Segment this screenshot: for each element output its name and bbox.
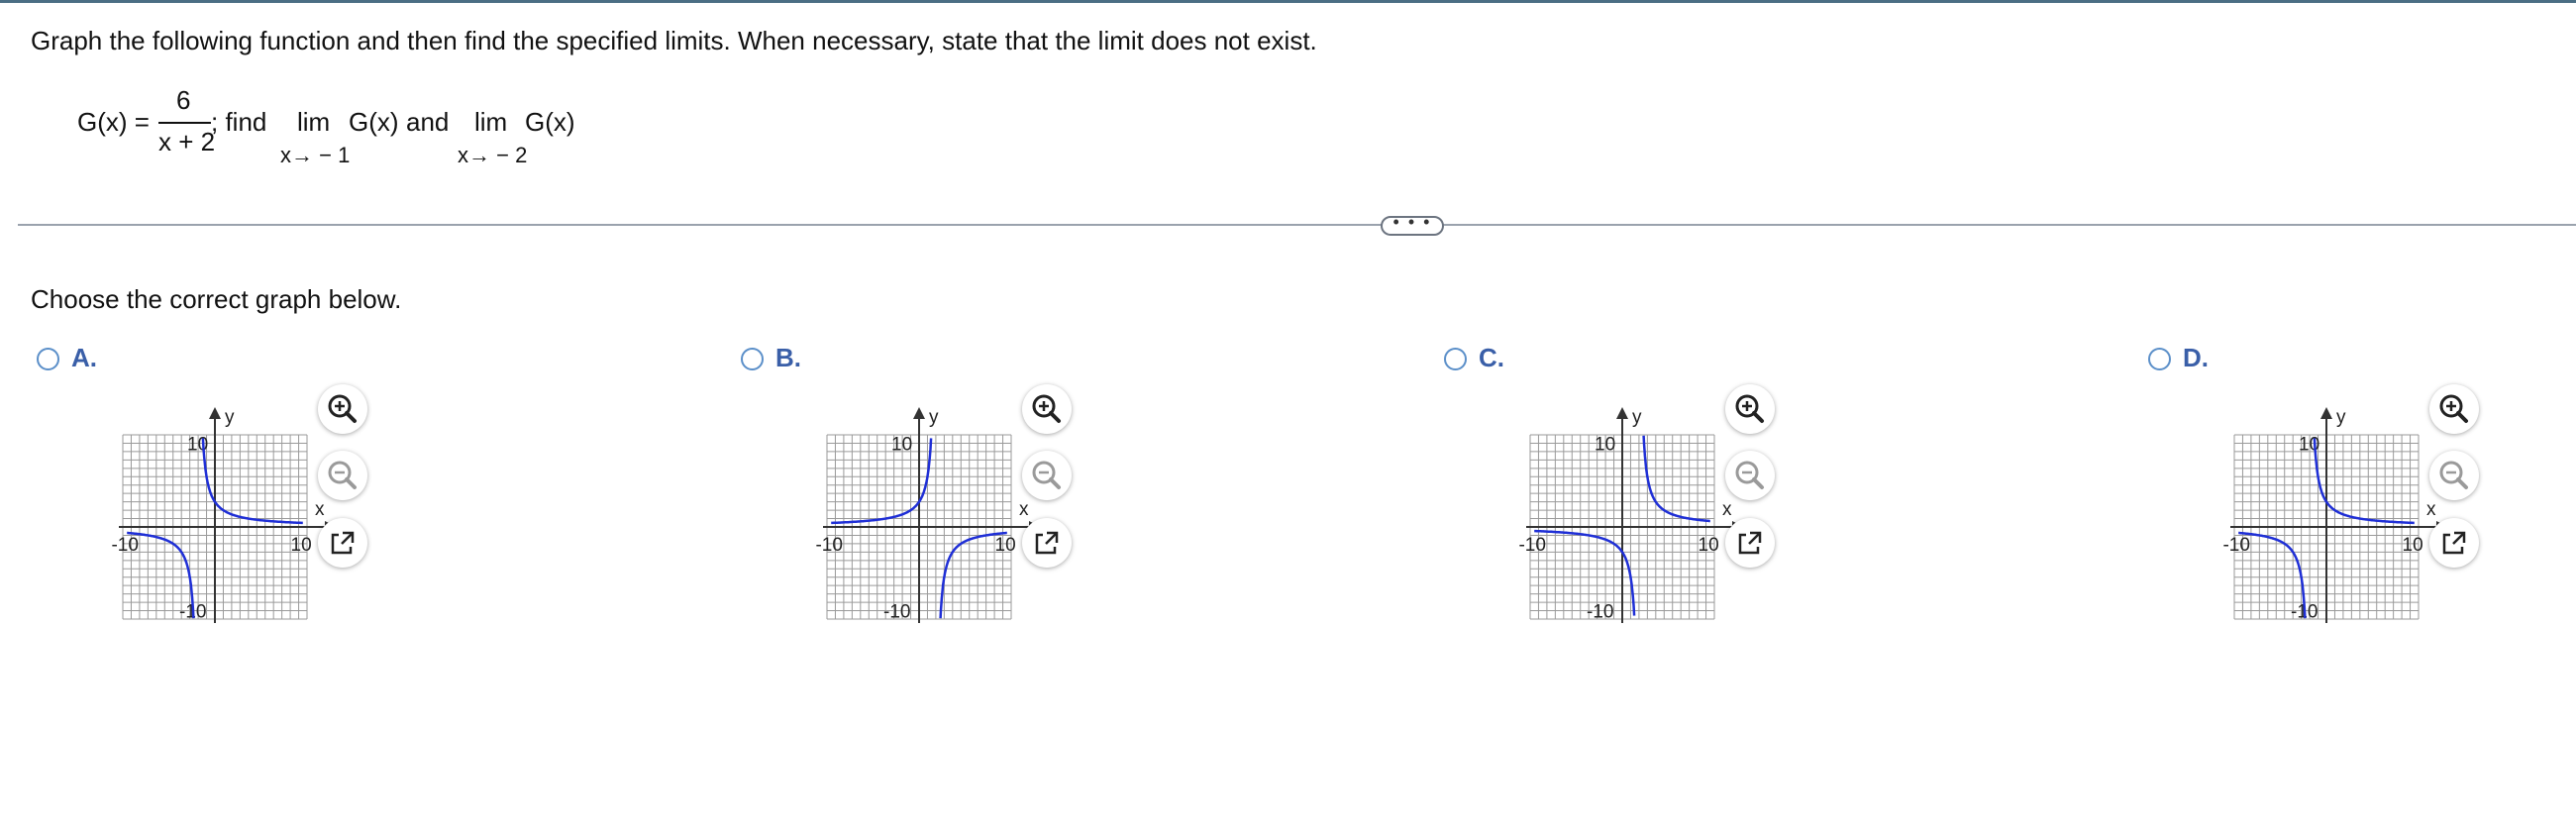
zoom-out-icon [1032,461,1061,489]
option-c-letter: C. [1479,343,1504,372]
option-c[interactable]: C. y x 10 -10 10 -10 [1439,339,2132,626]
y-tick-max: 10 [1595,434,1615,455]
limit-1-expression: G(x) [349,107,399,137]
x-axis-label: x [1019,499,1029,520]
and-text: and [406,107,450,137]
option-d-radio[interactable] [2148,348,2171,370]
x-tick-max: 10 [1699,535,1719,556]
option-b[interactable]: B. y x 10 -10 10 -10 [736,339,1429,626]
function-curve [1642,435,1710,523]
limit-1-subscript: x→ − 1 [280,143,351,167]
option-b-letter: B. [775,343,801,372]
y-axis-arrow [1616,407,1628,419]
y-axis-arrow [913,407,925,419]
question-instruction: Graph the following function and then fi… [31,26,1317,55]
limit-1-label: lim [297,107,331,137]
choose-graph-prompt: Choose the correct graph below. [31,284,402,314]
option-d[interactable]: D. y x 10 -10 10 -10 [2143,339,2576,626]
x-tick-max: 10 [995,535,1016,556]
y-axis-arrow [209,407,221,419]
open-new-window-icon [2442,531,2466,555]
x-axis-label: x [2426,499,2436,520]
y-tick-min: -10 [1587,602,1613,623]
limit-2-label: lim [474,107,508,137]
y-tick-min: -10 [883,602,910,623]
open-new-window-button[interactable] [1725,518,1775,568]
expand-more-button[interactable]: • • • [1381,213,1444,236]
zoom-out-button[interactable] [1022,451,1072,500]
x-tick-max: 10 [291,535,312,556]
open-new-window-button[interactable] [1022,518,1072,568]
y-axis-arrow [2320,407,2332,419]
open-new-window-icon [1738,531,1762,555]
zoom-in-icon [328,394,357,423]
fraction-numerator: 6 [176,85,191,115]
zoom-out-button[interactable] [1725,451,1775,500]
option-a[interactable]: A. y x 10 -10 10 -10 [32,339,725,626]
x-axis-label: x [1722,499,1732,520]
zoom-out-button[interactable] [2429,451,2479,500]
zoom-out-button[interactable] [318,451,367,500]
x-axis-label: x [315,499,325,520]
zoom-in-button[interactable] [2429,384,2479,434]
y-tick-max: 10 [891,434,912,455]
y-axis-label: y [929,407,939,428]
open-new-window-button[interactable] [2429,518,2479,568]
find-text: ; find [211,107,267,137]
zoom-in-icon [1735,394,1764,423]
zoom-out-icon [2439,461,2468,489]
y-axis-label: y [2336,407,2346,428]
option-a-graph: yx10-1010-10 [111,407,331,623]
option-d-letter: D. [2183,343,2209,372]
x-tick-min: -10 [815,535,842,556]
x-tick-max: 10 [2403,535,2423,556]
option-b-graph: yx10-1010-10 [815,407,1035,623]
fraction-bar [158,122,211,124]
top-accent-bar [0,0,2576,3]
open-new-window-icon [331,531,355,555]
open-new-window-button[interactable] [318,518,367,568]
x-tick-min: -10 [2222,535,2249,556]
zoom-out-icon [1735,461,1764,489]
x-tick-min: -10 [111,535,138,556]
option-b-radio[interactable] [741,348,764,370]
zoom-in-button[interactable] [1022,384,1072,434]
limit-2-expression: G(x) [525,107,575,137]
zoom-in-icon [2439,394,2468,423]
section-divider [18,224,2576,226]
zoom-in-icon [1032,394,1061,423]
zoom-in-button[interactable] [318,384,367,434]
option-c-radio[interactable] [1444,348,1467,370]
y-axis-label: y [225,407,235,428]
open-new-window-icon [1035,531,1059,555]
function-definition: G(x) = 6 x + 2 ; find lim G(x) x→ − 1 an… [77,81,632,170]
option-d-graph: yx10-1010-10 [2222,407,2442,623]
y-axis-label: y [1632,407,1642,428]
option-c-graph: yx10-1010-10 [1518,407,1738,623]
limit-2-subscript: x→ − 2 [458,143,528,167]
zoom-in-button[interactable] [1725,384,1775,434]
fraction-denominator: x + 2 [158,127,216,157]
zoom-out-icon [328,461,357,489]
option-a-letter: A. [71,343,97,372]
option-a-radio[interactable] [37,348,59,370]
function-name: G(x) = [77,107,150,137]
x-tick-min: -10 [1518,535,1545,556]
